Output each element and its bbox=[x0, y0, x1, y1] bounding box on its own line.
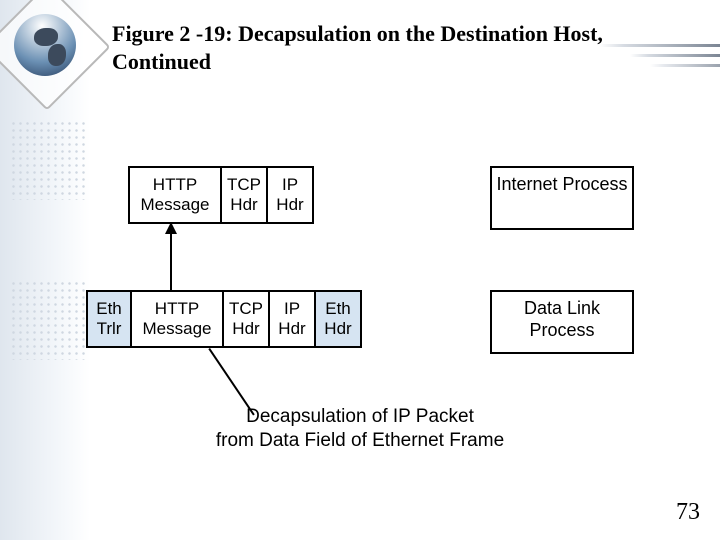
ethernet-frame-row: Eth Trlr HTTP Message TCP Hdr IP Hdr Eth… bbox=[86, 290, 362, 348]
dot-pattern-top bbox=[10, 120, 85, 200]
caption-text: Decapsulation of IP Packet from Data Fie… bbox=[0, 405, 720, 453]
figure-title: Figure 2 -19: Decapsulation on the Desti… bbox=[112, 20, 652, 75]
cell-tcp-hdr: TCP Hdr bbox=[220, 166, 266, 224]
cell-ip-hdr-lower: IP Hdr bbox=[268, 290, 314, 348]
page-number: 73 bbox=[676, 499, 700, 526]
cell-eth-hdr: Eth Hdr bbox=[314, 290, 362, 348]
globe-icon bbox=[8, 8, 82, 82]
ip-packet-row: HTTP Message TCP Hdr IP Hdr bbox=[128, 166, 314, 224]
cell-ip-hdr: IP Hdr bbox=[266, 166, 314, 224]
pointer-line bbox=[210, 348, 274, 400]
cell-http-message-lower: HTTP Message bbox=[130, 290, 222, 348]
cell-eth-trlr: Eth Trlr bbox=[86, 290, 130, 348]
arrow-up-icon bbox=[170, 222, 171, 288]
internet-process-box: Internet Process bbox=[490, 166, 634, 230]
dot-pattern-mid bbox=[10, 280, 85, 360]
data-link-process-box: Data Link Process bbox=[490, 290, 634, 354]
cell-tcp-hdr-lower: TCP Hdr bbox=[222, 290, 268, 348]
caption-line-2: from Data Field of Ethernet Frame bbox=[216, 430, 504, 451]
cell-http-message: HTTP Message bbox=[128, 166, 220, 224]
caption-line-1: Decapsulation of IP Packet bbox=[246, 406, 474, 427]
